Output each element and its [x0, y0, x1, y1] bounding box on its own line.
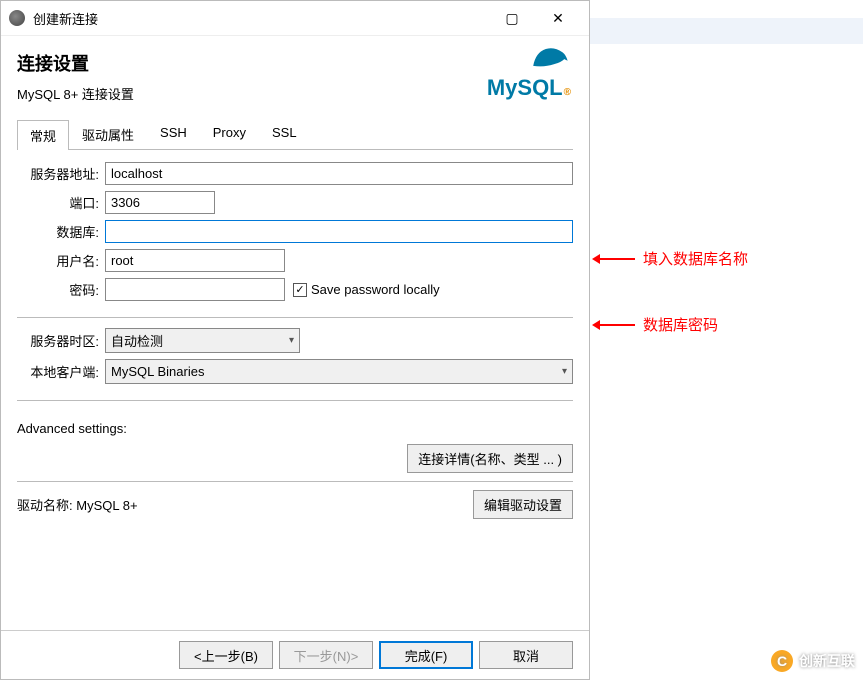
- maximize-button[interactable]: ▢: [489, 3, 535, 33]
- mysql-logo: MySQL®: [487, 42, 571, 101]
- dialog-window: 创建新连接 ▢ ✕ MySQL® 连接设置 MySQL 8+ 连接设置 常规 驱…: [0, 0, 590, 680]
- tab-proxy[interactable]: Proxy: [200, 119, 259, 149]
- password-input[interactable]: [105, 278, 285, 301]
- username-label: 用户名:: [17, 251, 105, 270]
- window-title: 创建新连接: [33, 9, 489, 28]
- content-area: MySQL® 连接设置 MySQL 8+ 连接设置 常规 驱动属性 SSH Pr…: [1, 36, 589, 630]
- app-icon: [9, 10, 25, 26]
- advanced-settings-label: Advanced settings:: [17, 421, 573, 436]
- tab-ssh[interactable]: SSH: [147, 119, 200, 149]
- driver-name-value: MySQL 8+: [76, 498, 137, 513]
- next-button: 下一步(N)>: [279, 641, 373, 669]
- annotation-database: 填入数据库名称: [595, 248, 748, 269]
- tab-driver-props[interactable]: 驱动属性: [69, 119, 147, 149]
- tab-ssl[interactable]: SSL: [259, 119, 310, 149]
- finish-button[interactable]: 完成(F): [379, 641, 473, 669]
- database-input[interactable]: [105, 220, 573, 243]
- watermark: C 创新互联: [771, 650, 855, 672]
- edit-driver-button[interactable]: 编辑驱动设置: [473, 490, 573, 519]
- back-button[interactable]: <上一步(B): [179, 641, 273, 669]
- save-password-label: Save password locally: [311, 282, 440, 297]
- annotation-password: 数据库密码: [595, 314, 718, 335]
- connection-details-button[interactable]: 连接详情(名称、类型 ... ): [407, 444, 573, 473]
- titlebar: 创建新连接 ▢ ✕: [1, 1, 589, 36]
- database-label: 数据库:: [17, 222, 105, 241]
- port-label: 端口:: [17, 193, 105, 212]
- save-password-checkbox[interactable]: ✓ Save password locally: [293, 282, 440, 297]
- footer: <上一步(B) 下一步(N)> 完成(F) 取消: [1, 630, 589, 679]
- cancel-button[interactable]: 取消: [479, 641, 573, 669]
- server-label: 服务器地址:: [17, 164, 105, 183]
- chevron-down-icon: ▾: [562, 366, 567, 377]
- watermark-icon: C: [771, 650, 793, 672]
- checkbox-icon: ✓: [293, 283, 307, 297]
- driver-name-label: 驱动名称:: [17, 498, 73, 513]
- tab-general[interactable]: 常规: [17, 120, 69, 150]
- chevron-down-icon: ▾: [289, 335, 294, 346]
- port-input[interactable]: [105, 191, 215, 214]
- timezone-label: 服务器时区:: [17, 331, 105, 350]
- tabs: 常规 驱动属性 SSH Proxy SSL: [17, 119, 573, 150]
- timezone-select[interactable]: 自动检测 ▾: [105, 328, 300, 353]
- server-input[interactable]: [105, 162, 573, 185]
- close-button[interactable]: ✕: [535, 3, 581, 33]
- client-label: 本地客户端:: [17, 362, 105, 381]
- username-input[interactable]: [105, 249, 285, 272]
- client-select[interactable]: MySQL Binaries ▾: [105, 359, 573, 384]
- password-label: 密码:: [17, 280, 105, 299]
